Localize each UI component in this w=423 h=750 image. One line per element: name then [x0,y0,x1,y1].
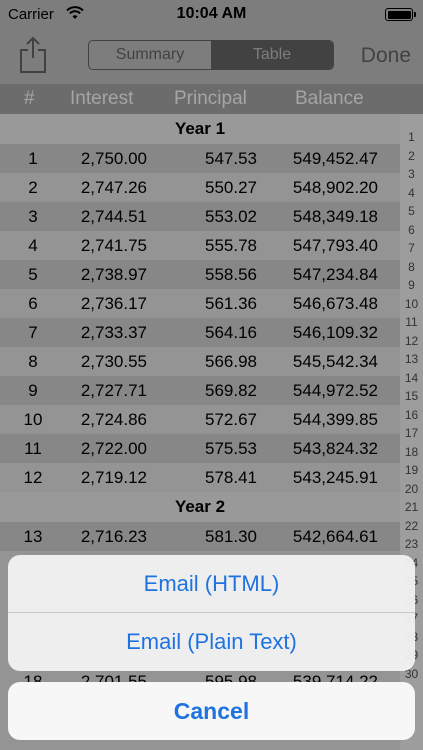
index-item[interactable]: 15 [400,387,423,406]
index-item[interactable]: 23 [400,535,423,554]
index-item[interactable]: 22 [400,517,423,536]
email-plain-text-button[interactable]: Email (Plain Text) [8,613,415,671]
status-time: 10:04 AM [176,5,247,22]
index-item[interactable]: 16 [400,406,423,425]
column-principal: Principal [174,88,247,109]
index-item[interactable]: 8 [400,258,423,277]
table-row[interactable]: 12 2,719.12 578.41 543,245.91 [0,463,400,492]
index-item[interactable]: 5 [400,202,423,221]
table-column-header: # Interest Principal Balance [0,84,423,114]
status-bar: Carrier 10:04 AM [0,0,423,30]
table-row[interactable]: 11 2,722.00 575.53 543,824.32 [0,434,400,463]
table-row[interactable]: 3 2,744.51 553.02 548,349.18 [0,202,400,231]
segment-table[interactable]: Table [211,41,333,69]
index-item[interactable]: 2 [400,147,423,166]
index-item[interactable]: 7 [400,239,423,258]
index-item[interactable]: 21 [400,498,423,517]
table-row[interactable]: 7 2,733.37 564.16 546,109.32 [0,318,400,347]
index-item[interactable]: 3 [400,165,423,184]
table-row[interactable]: 5 2,738.97 558.56 547,234.84 [0,260,400,289]
index-item[interactable]: 17 [400,424,423,443]
table-row[interactable]: 13 2,716.23 581.30 542,664.61 [0,522,400,551]
section-year-1: Year 1 [0,114,400,144]
index-item[interactable]: 19 [400,461,423,480]
battery-icon [385,8,416,21]
table-row[interactable]: 2 2,747.26 550.27 548,902.20 [0,173,400,202]
navigation-bar: Summary Table Done [0,30,423,84]
table-row[interactable]: 6 2,736.17 561.36 546,673.48 [0,289,400,318]
email-html-button[interactable]: Email (HTML) [8,555,415,613]
column-interest: Interest [70,88,134,109]
column-number: # [24,88,35,109]
view-segmented-control: Summary Table [88,40,334,70]
index-item[interactable]: 9 [400,276,423,295]
share-icon[interactable] [18,36,48,74]
index-item[interactable]: 14 [400,369,423,388]
done-button[interactable]: Done [361,44,411,68]
index-item[interactable]: 1 [400,128,423,147]
index-item[interactable]: 20 [400,480,423,499]
cancel-button[interactable]: Cancel [8,682,415,740]
table-row[interactable]: 1 2,750.00 547.53 549,452.47 [0,144,400,173]
action-sheet: Email (HTML) Email (Plain Text) [8,555,415,671]
index-item[interactable]: 18 [400,443,423,462]
table-row[interactable]: 8 2,730.55 566.98 545,542.34 [0,347,400,376]
index-item[interactable]: 4 [400,184,423,203]
table-row[interactable]: 10 2,724.86 572.67 544,399.85 [0,405,400,434]
index-item[interactable]: 10 [400,295,423,314]
index-item[interactable]: 13 [400,350,423,369]
table-row[interactable]: 9 2,727.71 569.82 544,972.52 [0,376,400,405]
table-row[interactable]: 4 2,741.75 555.78 547,793.40 [0,231,400,260]
column-balance: Balance [295,88,364,109]
section-year-2: Year 2 [0,492,400,522]
segment-summary[interactable]: Summary [89,41,211,69]
index-item[interactable]: 12 [400,332,423,351]
index-item[interactable]: 6 [400,221,423,240]
index-item[interactable]: 11 [400,313,423,332]
